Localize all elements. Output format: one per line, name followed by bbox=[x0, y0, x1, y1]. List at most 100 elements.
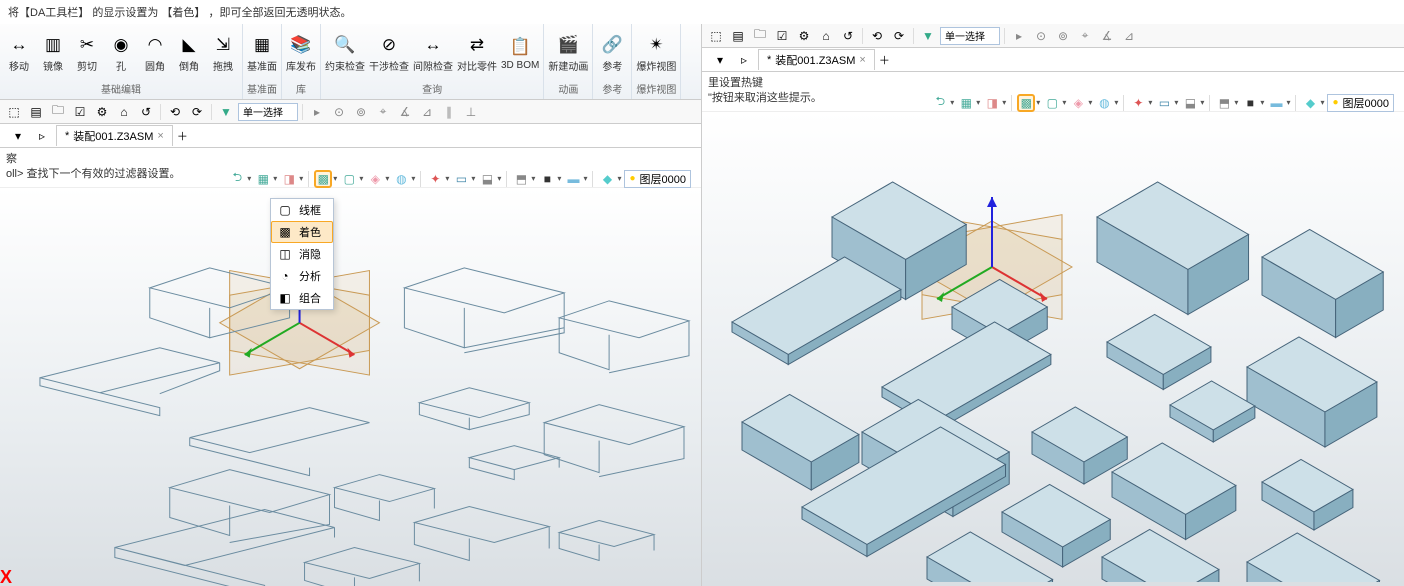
dropdown-arrow-icon[interactable]: ▾ bbox=[359, 174, 363, 183]
tbar-col2-icon[interactable]: ▬ bbox=[1267, 94, 1285, 112]
dropdown-arrow-icon[interactable]: ▾ bbox=[583, 174, 587, 183]
dropdown-arrow-icon[interactable]: ▾ bbox=[1088, 98, 1092, 107]
qb-icon[interactable]: ⌖ bbox=[1075, 26, 1095, 46]
layer-selector[interactable]: ●图层0000 bbox=[1327, 94, 1394, 112]
dropdown-arrow-icon[interactable]: ▾ bbox=[1320, 98, 1324, 107]
qb-icon[interactable]: ⬚ bbox=[4, 102, 24, 122]
qb-icon[interactable]: ⌂ bbox=[816, 26, 836, 46]
dropdown-arrow-icon[interactable]: ▾ bbox=[445, 174, 449, 183]
qb-icon[interactable]: ⌂ bbox=[114, 102, 134, 122]
dropdown-arrow-icon[interactable]: ▾ bbox=[617, 174, 621, 183]
ribbon-mirror-button[interactable]: ▥镜像 bbox=[38, 33, 68, 73]
tbar-wire-icon[interactable]: ▢ bbox=[340, 170, 358, 188]
close-icon[interactable]: × bbox=[859, 54, 865, 66]
tbar-axis-icon[interactable]: ✦ bbox=[426, 170, 444, 188]
qb-icon[interactable]: ⊙ bbox=[329, 102, 349, 122]
ribbon-anim-button[interactable]: 🎬新建动画 bbox=[548, 33, 588, 73]
dropdown-arrow-icon[interactable]: ▾ bbox=[247, 174, 251, 183]
tab-menu-icon[interactable]: ▾ bbox=[710, 50, 730, 70]
dropdown-arrow-icon[interactable]: ▾ bbox=[333, 174, 337, 183]
viewport-left[interactable]: X bbox=[0, 188, 701, 586]
dropdown-arrow-icon[interactable]: ▾ bbox=[1234, 98, 1238, 107]
menu-item-hidden[interactable]: ◫消隐 bbox=[271, 243, 333, 265]
tbar-eraser-icon[interactable]: ◨ bbox=[983, 94, 1001, 112]
layer-selector[interactable]: ●图层0000 bbox=[624, 170, 691, 188]
dropdown-arrow-icon[interactable]: ▾ bbox=[557, 174, 561, 183]
ribbon-gap-button[interactable]: ↔间隙检查 bbox=[413, 33, 453, 73]
qb-icon[interactable]: 🗀 bbox=[48, 102, 68, 122]
ribbon-cmp-button[interactable]: ⇄对比零件 bbox=[457, 33, 497, 73]
qb-icon[interactable]: ⊿ bbox=[417, 102, 437, 122]
ribbon-draft-button[interactable]: ⇲拖拽 bbox=[208, 33, 238, 73]
qb-icon[interactable]: 🗀 bbox=[750, 26, 770, 46]
qb-icon[interactable]: ▸ bbox=[1009, 26, 1029, 46]
qb-icon[interactable]: ⊿ bbox=[1119, 26, 1139, 46]
qb-icon[interactable]: ▤ bbox=[26, 102, 46, 122]
qb-icon[interactable]: ⚙ bbox=[92, 102, 112, 122]
document-tab[interactable]: * 装配001.Z3ASM × bbox=[758, 49, 875, 70]
ribbon-datum-button[interactable]: ▦基准面 bbox=[247, 33, 277, 73]
qb-icon[interactable]: ⊥ bbox=[461, 102, 481, 122]
ribbon-explode-button[interactable]: ✴爆炸视图 bbox=[636, 33, 676, 73]
tbar-col2-icon[interactable]: ▬ bbox=[564, 170, 582, 188]
ribbon-bom-button[interactable]: 📋3D BOM bbox=[501, 35, 539, 71]
ribbon-interf-button[interactable]: ⊘干涉检查 bbox=[369, 33, 409, 73]
viewport-right[interactable] bbox=[702, 112, 1404, 586]
dropdown-arrow-icon[interactable]: ▾ bbox=[1200, 98, 1204, 107]
tbar-teal-icon[interactable]: ◆ bbox=[1301, 94, 1319, 112]
dropdown-arrow-icon[interactable]: ▾ bbox=[976, 98, 980, 107]
qb-icon[interactable]: ⬚ bbox=[706, 26, 726, 46]
dropdown-arrow-icon[interactable]: ▾ bbox=[950, 98, 954, 107]
tbar-col1-icon[interactable]: ■ bbox=[1241, 94, 1259, 112]
qb-icon[interactable]: ▤ bbox=[728, 26, 748, 46]
menu-item-analyze[interactable]: ◔分析 bbox=[271, 265, 333, 287]
menu-item-combo[interactable]: ◧组合 bbox=[271, 287, 333, 309]
tbar-rect-icon[interactable]: ▭ bbox=[1155, 94, 1173, 112]
tbar-cube-icon[interactable]: ▦ bbox=[254, 170, 272, 188]
qb-icon[interactable]: ⊙ bbox=[1031, 26, 1051, 46]
ribbon-cut-button[interactable]: ✂剪切 bbox=[72, 33, 102, 73]
dropdown-arrow-icon[interactable]: ▾ bbox=[1286, 98, 1290, 107]
dropdown-arrow-icon[interactable]: ▾ bbox=[1114, 98, 1118, 107]
tbar-view2-icon[interactable]: ⬒ bbox=[512, 170, 530, 188]
qb-icon[interactable]: ☑ bbox=[70, 102, 90, 122]
tbar-view1-icon[interactable]: ⬓ bbox=[478, 170, 496, 188]
menu-item-wire[interactable]: ▢线框 bbox=[271, 199, 333, 221]
qb-icon[interactable]: ∡ bbox=[395, 102, 415, 122]
qb-icon[interactable]: ☑ bbox=[772, 26, 792, 46]
qb-icon[interactable]: ∡ bbox=[1097, 26, 1117, 46]
dropdown-arrow-icon[interactable]: ▾ bbox=[471, 174, 475, 183]
tbar-rect-icon[interactable]: ▭ bbox=[452, 170, 470, 188]
qb-icon[interactable]: ↺ bbox=[136, 102, 156, 122]
tbar-view1-icon[interactable]: ⬓ bbox=[1181, 94, 1199, 112]
dropdown-arrow-icon[interactable]: ▾ bbox=[385, 174, 389, 183]
qb-icon[interactable]: ⟳ bbox=[187, 102, 207, 122]
ribbon-libpub-button[interactable]: 📚库发布 bbox=[286, 33, 316, 73]
dropdown-arrow-icon[interactable]: ▾ bbox=[1148, 98, 1152, 107]
tbar-wire-icon[interactable]: ▢ bbox=[1043, 94, 1061, 112]
qb-icon[interactable]: ⊚ bbox=[351, 102, 371, 122]
tbar-eraser-icon[interactable]: ◨ bbox=[280, 170, 298, 188]
select-mode-dropdown[interactable]: 单一选择 bbox=[940, 27, 1000, 45]
dropdown-arrow-icon[interactable]: ▾ bbox=[1174, 98, 1178, 107]
qb-icon[interactable]: ⊚ bbox=[1053, 26, 1073, 46]
tab-menu-icon[interactable]: ▾ bbox=[8, 126, 28, 146]
dropdown-arrow-icon[interactable]: ▾ bbox=[531, 174, 535, 183]
tbar-faces-icon[interactable]: ◈ bbox=[366, 170, 384, 188]
tbar-back-icon[interactable]: ⮌ bbox=[228, 170, 246, 188]
filter-icon[interactable]: ▼ bbox=[216, 102, 236, 122]
tbar-col1-icon[interactable]: ■ bbox=[538, 170, 556, 188]
tbar-cube-icon[interactable]: ▦ bbox=[957, 94, 975, 112]
qb-icon[interactable]: ↺ bbox=[838, 26, 858, 46]
qb-icon[interactable]: ⟲ bbox=[165, 102, 185, 122]
ribbon-constraint-button[interactable]: 🔍约束检查 bbox=[325, 33, 365, 73]
tbar-globe-icon[interactable]: ◍ bbox=[392, 170, 410, 188]
dropdown-arrow-icon[interactable]: ▾ bbox=[273, 174, 277, 183]
ribbon-ref-button[interactable]: 🔗参考 bbox=[597, 33, 627, 73]
tbar-display-icon[interactable]: ▩ bbox=[314, 170, 332, 188]
tab-nav-icon[interactable]: ▹ bbox=[734, 50, 754, 70]
new-tab-icon[interactable]: ＋ bbox=[177, 128, 188, 144]
tbar-globe-icon[interactable]: ◍ bbox=[1095, 94, 1113, 112]
ribbon-fillet-button[interactable]: ◠圆角 bbox=[140, 33, 170, 73]
tbar-display-icon[interactable]: ▩ bbox=[1017, 94, 1035, 112]
